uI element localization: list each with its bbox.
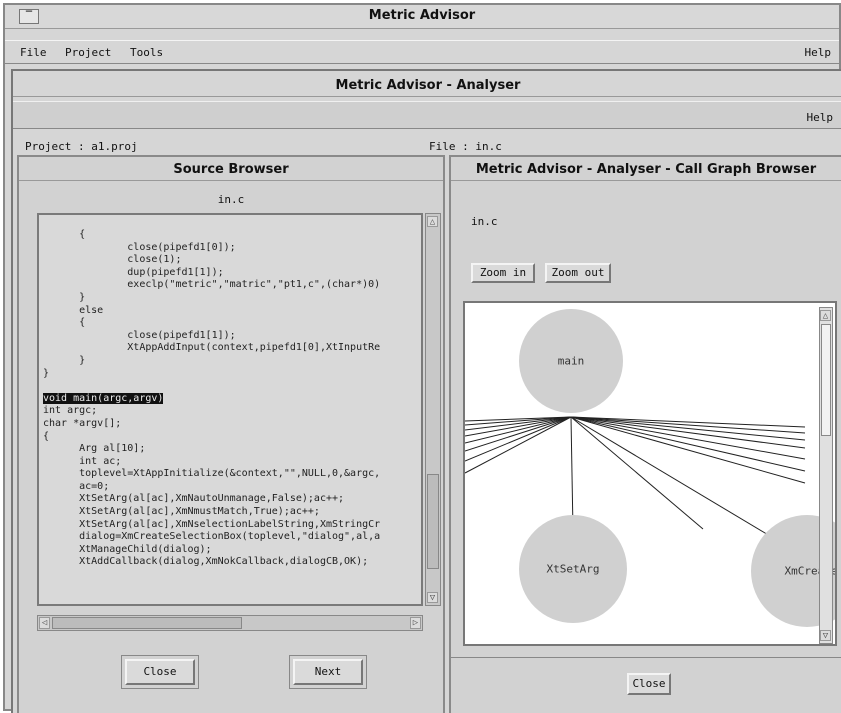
scroll-down-icon[interactable]: ▽: [427, 592, 438, 603]
metric-advisor-window: ▔ Metric Advisor File Project Tools Help…: [3, 3, 841, 713]
call-graph-canvas[interactable]: main XtSetArg XmCreate △ ▽: [463, 301, 837, 646]
code-line: execlp("metric","matric","pt1,c",(char*)…: [43, 279, 381, 291]
code-line: {: [43, 430, 50, 442]
code-line: int ac;: [43, 455, 122, 467]
analyser-menu-help[interactable]: Help: [807, 111, 834, 124]
graph-scroll-down-icon[interactable]: ▽: [820, 630, 831, 641]
code-line: dialog=XmCreateSelectionBox(toplevel,"di…: [43, 531, 381, 543]
source-horizontal-scrollbar[interactable]: ◁ ▷: [37, 615, 423, 631]
source-next-button[interactable]: Next: [293, 659, 363, 685]
source-browser-title: Source Browser: [19, 159, 443, 181]
code-line: XtAddCallback(dialog,XmNokCallback,dialo…: [43, 556, 369, 568]
code-line: XtSetArg(al[ac],XmNmustMatch,True);ac++;: [43, 506, 320, 518]
scroll-right-icon[interactable]: ▷: [410, 617, 421, 629]
graph-vertical-scrollbar[interactable]: △ ▽: [819, 307, 833, 644]
scroll-up-icon[interactable]: △: [427, 216, 438, 227]
source-code-text: { close(pipefd1[0]); close(1); dup(pipef…: [43, 229, 380, 569]
graph-vscroll-thumb[interactable]: [821, 324, 831, 436]
window-title: Metric Advisor: [368, 8, 476, 23]
call-graph-edges: [465, 309, 835, 627]
code-line: XtSetArg(al[ac],XmNselectionLabelString,…: [43, 518, 381, 530]
call-graph-close-button[interactable]: Close: [627, 673, 671, 695]
code-line: XtManageChild(dialog);: [43, 543, 212, 555]
window-titlebar: ▔ Metric Advisor: [5, 5, 839, 29]
code-line: else: [43, 304, 104, 316]
node-xtsetarg-label: XtSetArg: [546, 562, 600, 576]
code-line: close(pipefd1[1]);: [43, 329, 236, 341]
code-line: }: [43, 367, 50, 379]
close-button-frame: Close: [121, 655, 199, 689]
menu-help[interactable]: Help: [805, 46, 832, 59]
main-menubar: File Project Tools Help: [5, 40, 839, 64]
file-label: File : in.c: [429, 140, 502, 153]
source-browser-pane: Source Browser in.c { close(pipefd1[0]);…: [17, 155, 445, 713]
source-code-view[interactable]: { close(pipefd1[0]); close(1); dup(pipef…: [37, 213, 423, 606]
source-vertical-scrollbar[interactable]: △ ▽: [425, 213, 441, 606]
code-line: void main(argc,argv): [43, 392, 164, 404]
analyser-title: Metric Advisor - Analyser: [13, 75, 841, 97]
code-line: int argc;: [43, 405, 98, 417]
code-line: XtSetArg(al[ac],XmNautoUnmanage,False);a…: [43, 493, 345, 505]
source-vscroll-thumb[interactable]: [427, 474, 439, 569]
code-line: char *argv[];: [43, 417, 122, 429]
code-line: XtAppAddInput(context,pipefd1[0],XtInput…: [43, 342, 381, 354]
code-line: }: [43, 291, 86, 303]
code-line: {: [43, 229, 86, 240]
code-line: {: [43, 317, 86, 329]
call-graph-title: Metric Advisor - Analyser - Call Graph B…: [451, 159, 841, 181]
call-graph-pane: Metric Advisor - Analyser - Call Graph B…: [449, 155, 841, 713]
code-line: dup(pipefd1[1]);: [43, 266, 224, 278]
code-line: Arg al[10];: [43, 443, 146, 455]
analyser-window: Metric Advisor - Analyser Help Project :…: [11, 69, 841, 713]
code-line: ac=0;: [43, 480, 110, 492]
code-line: close(pipefd1[0]);: [43, 241, 236, 253]
analyser-menubar: Help: [13, 101, 841, 129]
call-graph-divider: [451, 657, 841, 658]
menu-project[interactable]: Project: [65, 46, 111, 59]
scroll-left-icon[interactable]: ◁: [39, 617, 50, 629]
call-graph-filename: in.c: [471, 215, 498, 228]
code-line: toplevel=XtAppInitialize(&context,"",NUL…: [43, 468, 381, 480]
source-close-button[interactable]: Close: [125, 659, 195, 685]
window-menu-icon[interactable]: ▔: [19, 9, 39, 24]
project-label: Project : a1.proj: [25, 140, 138, 153]
code-line: close(1);: [43, 254, 182, 266]
zoom-in-button[interactable]: Zoom in: [471, 263, 535, 283]
next-button-frame: Next: [289, 655, 367, 689]
node-main-label: main: [557, 354, 585, 368]
menu-file[interactable]: File: [20, 46, 47, 59]
source-filename: in.c: [217, 193, 245, 206]
graph-scroll-up-icon[interactable]: △: [820, 310, 831, 321]
menu-tools[interactable]: Tools: [130, 46, 163, 59]
zoom-out-button[interactable]: Zoom out: [545, 263, 611, 283]
source-hscroll-thumb[interactable]: [52, 617, 242, 629]
code-line: }: [43, 354, 86, 366]
